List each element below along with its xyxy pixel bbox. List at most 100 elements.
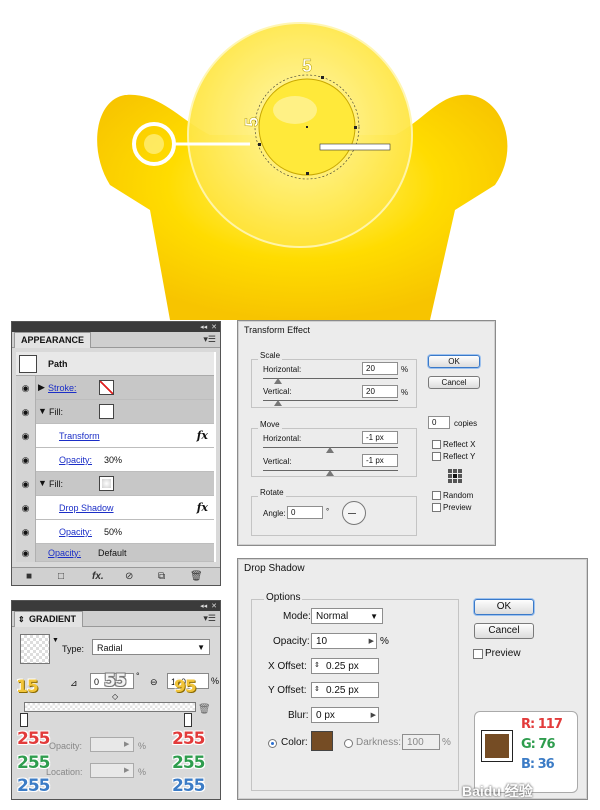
panel-menu-icon[interactable]: ▾☰ bbox=[203, 613, 216, 624]
darkness-radio[interactable] bbox=[344, 739, 353, 748]
transform-link[interactable]: Transform bbox=[59, 431, 100, 441]
delete-item-icon[interactable]: 🗑 bbox=[190, 571, 203, 582]
eye-icon[interactable]: ◉ bbox=[16, 448, 36, 472]
shadow-color-swatch[interactable] bbox=[311, 731, 333, 751]
preview-checkbox[interactable] bbox=[473, 649, 483, 659]
collapse-triangle-icon[interactable]: ▼ bbox=[38, 478, 47, 488]
gradient-slider[interactable] bbox=[24, 702, 196, 712]
random-checkbox[interactable] bbox=[432, 491, 441, 500]
scale-vertical-slider[interactable] bbox=[263, 400, 398, 401]
fx-icon[interactable]: fx bbox=[197, 501, 208, 514]
appearance-tab[interactable]: APPEARANCE bbox=[14, 332, 92, 348]
move-horizontal-input[interactable]: -1 px bbox=[362, 431, 398, 444]
reflect-y-checkbox[interactable] bbox=[432, 452, 441, 461]
color-stop-right[interactable] bbox=[184, 713, 192, 727]
fill-row[interactable]: ◉ ▼ Fill: bbox=[16, 400, 214, 424]
preview-dropdown-icon[interactable]: ▼ bbox=[52, 637, 59, 644]
sort-arrows-icon: ⇕ bbox=[18, 615, 25, 624]
x-offset-label: X Offset: bbox=[268, 661, 307, 672]
duplicate-item-icon[interactable]: ⧉ bbox=[158, 571, 165, 582]
eye-icon[interactable]: ◉ bbox=[16, 544, 36, 562]
stepper-icon[interactable]: ⇕ bbox=[314, 685, 320, 693]
ok-button[interactable]: OK bbox=[428, 355, 480, 368]
y-offset-input[interactable]: ⇕ 0.25 px bbox=[311, 682, 379, 698]
opacity-row[interactable]: ◉ Opacity: 50% bbox=[16, 520, 214, 544]
blur-input[interactable]: 0 px ▶ bbox=[311, 707, 379, 723]
stroke-row[interactable]: ◉ ▶ Stroke: bbox=[16, 376, 214, 400]
gradient-preview[interactable] bbox=[20, 634, 50, 664]
preview-checkbox[interactable] bbox=[432, 503, 441, 512]
eye-icon[interactable]: ◉ bbox=[16, 400, 36, 424]
transform-effect-dialog: Transform Effect Scale Horizontal: 20 % … bbox=[237, 320, 496, 546]
opacity-link[interactable]: Opacity: bbox=[48, 548, 81, 558]
stepper-icon[interactable]: ⇕ bbox=[314, 661, 320, 669]
midpoint-diamond-icon[interactable]: ◇ bbox=[112, 692, 118, 701]
add-effect-icon[interactable]: fx. bbox=[92, 571, 104, 582]
color-radio[interactable] bbox=[268, 739, 277, 748]
stroke-label[interactable]: Stroke: bbox=[48, 383, 77, 393]
fill-row[interactable]: ◉ ▼ Fill: bbox=[16, 472, 214, 496]
collapse-triangle-icon[interactable]: ▼ bbox=[38, 406, 47, 416]
drop-shadow-row[interactable]: ◉ Drop Shadow fx bbox=[16, 496, 214, 520]
fill-swatch-gradient[interactable] bbox=[99, 476, 114, 491]
right-b-value: 255 bbox=[172, 776, 205, 796]
appearance-footer: ■ □ fx. ⊘ ⧉ 🗑 bbox=[12, 567, 220, 585]
slider-knob-icon[interactable] bbox=[326, 447, 334, 453]
new-stroke-icon[interactable]: ■ bbox=[26, 571, 32, 582]
move-vertical-input[interactable]: -1 px bbox=[362, 454, 398, 467]
opacity-row[interactable]: ◉ Opacity: 30% bbox=[16, 448, 214, 472]
horizontal-bar bbox=[319, 143, 391, 151]
eye-icon[interactable]: ◉ bbox=[16, 472, 36, 496]
color-stop-left[interactable] bbox=[20, 713, 28, 727]
stroke-swatch-none[interactable] bbox=[99, 380, 114, 395]
eye-icon[interactable]: ◉ bbox=[16, 376, 36, 400]
dropdown-arrow-icon[interactable]: ▶ bbox=[369, 637, 374, 645]
horizontal-label: Horizontal: bbox=[263, 365, 302, 374]
angle-input[interactable]: 0 bbox=[287, 506, 323, 519]
drop-shadow-link[interactable]: Drop Shadow bbox=[59, 503, 114, 513]
scale-horizontal-input[interactable]: 20 bbox=[362, 362, 398, 375]
clear-appearance-icon[interactable]: ⊘ bbox=[125, 571, 133, 582]
angle-dial-icon[interactable] bbox=[342, 501, 366, 525]
slider-knob-icon[interactable] bbox=[274, 378, 282, 384]
opacity-default-row[interactable]: ◉ Opacity: Default bbox=[16, 544, 214, 562]
transform-row[interactable]: ◉ Transform fx bbox=[16, 424, 214, 448]
expand-triangle-icon[interactable]: ▶ bbox=[38, 382, 45, 393]
eye-icon[interactable]: ◉ bbox=[16, 424, 36, 448]
ok-button[interactable]: OK bbox=[474, 599, 534, 615]
new-fill-icon[interactable]: □ bbox=[58, 571, 64, 582]
slider-knob-icon[interactable] bbox=[274, 400, 282, 406]
cancel-button[interactable]: Cancel bbox=[428, 376, 480, 389]
eye-icon[interactable]: ◉ bbox=[16, 520, 36, 544]
gradient-type-select[interactable]: Radial ▼ bbox=[92, 639, 210, 655]
x-offset-input[interactable]: ⇕ 0.25 px bbox=[311, 658, 379, 674]
opacity-link[interactable]: Opacity: bbox=[59, 527, 92, 537]
dropdown-arrow-icon[interactable]: ▶ bbox=[371, 711, 376, 719]
dropdown-arrow-icon[interactable]: ▶ bbox=[124, 740, 129, 748]
opacity-link[interactable]: Opacity: bbox=[59, 455, 92, 465]
reference-point-icon[interactable] bbox=[448, 469, 462, 483]
fill-swatch[interactable] bbox=[99, 404, 114, 419]
delete-stop-icon[interactable]: 🗑 bbox=[198, 704, 211, 715]
darkness-input[interactable]: 100 bbox=[402, 734, 440, 750]
angle-label: Angle: bbox=[263, 509, 286, 518]
mode-select[interactable]: Normal ▼ bbox=[311, 608, 383, 624]
scale-vertical-input[interactable]: 20 bbox=[362, 385, 398, 398]
gradient-tab[interactable]: ⇕ GRADIENT bbox=[14, 611, 83, 627]
panel-titlebar[interactable]: ◂◂ ✕ bbox=[12, 322, 220, 332]
right-g-value: 255 bbox=[172, 753, 205, 773]
opacity-input[interactable]: 10 ▶ bbox=[311, 633, 377, 649]
darkness-label: Darkness: bbox=[356, 737, 402, 748]
slider-knob-icon[interactable] bbox=[326, 470, 334, 476]
copies-input[interactable]: 0 bbox=[428, 416, 450, 429]
cancel-button[interactable]: Cancel bbox=[474, 623, 534, 639]
scale-horizontal-slider[interactable] bbox=[263, 378, 398, 379]
red-value: R: 117 bbox=[521, 717, 563, 732]
move-vertical-label: Vertical: bbox=[263, 457, 292, 466]
reflect-x-checkbox[interactable] bbox=[432, 440, 441, 449]
panel-titlebar[interactable]: ◂◂ ✕ bbox=[12, 601, 220, 611]
dropdown-arrow-icon[interactable]: ▶ bbox=[124, 766, 129, 774]
panel-menu-icon[interactable]: ▾☰ bbox=[203, 334, 216, 345]
fx-icon[interactable]: fx bbox=[197, 429, 208, 442]
eye-icon[interactable]: ◉ bbox=[16, 496, 36, 520]
